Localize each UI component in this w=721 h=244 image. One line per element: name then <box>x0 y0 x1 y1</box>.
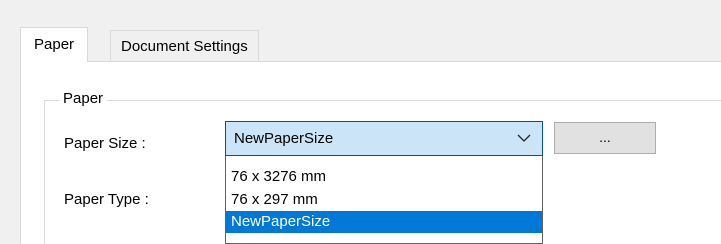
dropdown-option-selected[interactable]: NewPaperSize <box>226 211 542 233</box>
paper-size-combobox[interactable]: NewPaperSize <box>225 121 543 156</box>
browse-button[interactable]: ... <box>554 122 656 154</box>
paper-type-label: Paper Type : <box>64 191 149 208</box>
tab-document-settings[interactable]: Document Settings <box>110 30 259 61</box>
groupbox-title: Paper <box>59 89 108 109</box>
tab-paper[interactable]: Paper <box>20 27 89 62</box>
paper-size-label: Paper Size : <box>64 135 146 152</box>
chevron-down-icon[interactable] <box>516 130 532 146</box>
dropdown-option[interactable]: 76 x 297 mm <box>226 189 542 211</box>
paper-size-value: NewPaperSize <box>234 130 334 147</box>
dropdown-option[interactable]: 76 x 3276 mm <box>226 166 542 188</box>
paper-size-dropdown-list: 76 x 3276 mm 76 x 297 mm NewPaperSize <box>225 156 543 244</box>
